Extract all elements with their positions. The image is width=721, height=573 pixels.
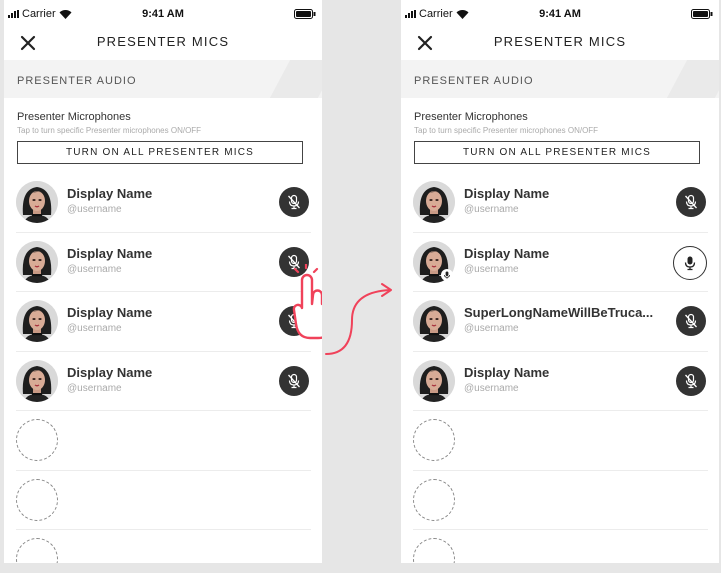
presenter-row: SuperLongNameWillBeTruca... @username bbox=[413, 292, 708, 352]
avatar bbox=[16, 181, 58, 223]
username: @username bbox=[67, 323, 122, 334]
display-name: Display Name bbox=[464, 364, 550, 380]
nav-bar: PRESENTER MICS bbox=[401, 28, 719, 58]
username: @username bbox=[464, 323, 519, 334]
presenter-row: Display Name @username bbox=[16, 173, 311, 233]
avatar bbox=[16, 240, 58, 283]
avatar bbox=[413, 359, 455, 402]
empty-slot-row bbox=[413, 471, 708, 530]
empty-presenter-slot bbox=[16, 419, 58, 461]
header-accent bbox=[269, 60, 322, 98]
display-name: Display Name bbox=[67, 245, 153, 261]
presenter-mics-title: Presenter Microphones bbox=[17, 111, 131, 123]
avatar bbox=[413, 181, 455, 223]
empty-slot-row bbox=[16, 530, 311, 563]
section-header: PRESENTER AUDIO bbox=[401, 60, 719, 98]
presenter-mics-title: Presenter Microphones bbox=[414, 111, 528, 123]
display-name: Display Name bbox=[67, 364, 153, 380]
display-name: SuperLongNameWillBeTruca... bbox=[464, 305, 654, 320]
presenter-row: Display Name @username bbox=[16, 292, 311, 352]
presenter-row: Display Name @username bbox=[413, 173, 708, 233]
presenter-list: Display Name @username Display Name @userna… bbox=[4, 173, 322, 563]
avatar bbox=[413, 300, 455, 342]
presenter-row: Display Name @username bbox=[413, 233, 708, 292]
display-name: Display Name bbox=[67, 186, 153, 201]
empty-presenter-slot bbox=[413, 538, 455, 563]
screen-after: Carrier 9:41 AM PRESENTER MICS PRESENTER… bbox=[401, 0, 719, 563]
status-bar: Carrier 9:41 AM bbox=[401, 0, 719, 28]
username: @username bbox=[67, 204, 122, 215]
speaking-mic-icon bbox=[441, 268, 453, 281]
microphone-muted-icon bbox=[683, 194, 699, 210]
presenter-list: Display Name @username Display Name @userna… bbox=[401, 173, 719, 563]
microphone-muted-icon bbox=[683, 373, 699, 389]
display-name: Display Name bbox=[67, 305, 153, 320]
battery-icon bbox=[294, 9, 316, 19]
empty-presenter-slot bbox=[413, 478, 455, 521]
microphone-icon bbox=[682, 255, 698, 271]
mic-off-button[interactable] bbox=[676, 187, 706, 217]
presenter-row: Display Name @username bbox=[413, 352, 708, 411]
username: @username bbox=[464, 263, 519, 275]
status-time: 9:41 AM bbox=[539, 8, 581, 20]
empty-presenter-slot bbox=[16, 538, 58, 563]
presenter-mics-hint: Tap to turn specific Presenter microphon… bbox=[17, 126, 202, 135]
display-name: Display Name bbox=[464, 245, 550, 261]
empty-slot-row bbox=[16, 411, 311, 471]
empty-presenter-slot bbox=[16, 478, 58, 521]
avatar bbox=[16, 359, 58, 402]
mic-off-button[interactable] bbox=[279, 365, 309, 396]
turn-on-all-button[interactable]: TURN ON ALL PRESENTER MICS bbox=[17, 141, 303, 164]
username: @username bbox=[464, 382, 519, 394]
turn-on-all-button[interactable]: TURN ON ALL PRESENTER MICS bbox=[414, 141, 700, 164]
status-time: 9:41 AM bbox=[142, 8, 184, 20]
empty-presenter-slot bbox=[413, 419, 455, 461]
microphone-muted-icon bbox=[286, 194, 302, 210]
display-name: Display Name bbox=[464, 186, 550, 201]
status-bar: Carrier 9:41 AM bbox=[4, 0, 322, 28]
mic-on-button[interactable] bbox=[673, 245, 707, 280]
section-title: PRESENTER AUDIO bbox=[17, 75, 137, 87]
username: @username bbox=[67, 382, 122, 394]
microphone-muted-icon bbox=[286, 373, 302, 389]
transition-arrow-icon bbox=[322, 280, 398, 365]
tap-hand-icon bbox=[288, 262, 322, 349]
empty-slot-row bbox=[16, 471, 311, 530]
microphone-muted-icon bbox=[683, 313, 699, 329]
empty-slot-row bbox=[413, 411, 708, 471]
username: @username bbox=[464, 204, 519, 215]
page-title: PRESENTER MICS bbox=[493, 34, 627, 49]
empty-slot-row bbox=[413, 530, 708, 563]
mic-off-button[interactable] bbox=[279, 187, 309, 217]
mic-off-button[interactable] bbox=[676, 306, 706, 336]
section-title: PRESENTER AUDIO bbox=[414, 75, 534, 87]
header-accent bbox=[666, 60, 719, 98]
presenter-row: Display Name @username bbox=[16, 233, 311, 292]
page-title: PRESENTER MICS bbox=[96, 34, 230, 49]
screen-before: Carrier 9:41 AM PRESENTER MICS PRESENTER… bbox=[4, 0, 322, 563]
nav-bar: PRESENTER MICS bbox=[4, 28, 322, 58]
presenter-mics-hint: Tap to turn specific Presenter microphon… bbox=[414, 126, 599, 135]
mic-off-button[interactable] bbox=[676, 365, 706, 396]
battery-icon bbox=[691, 9, 713, 19]
username: @username bbox=[67, 263, 122, 275]
section-header: PRESENTER AUDIO bbox=[4, 60, 322, 98]
presenter-row: Display Name @username bbox=[16, 352, 311, 411]
avatar bbox=[16, 300, 58, 342]
